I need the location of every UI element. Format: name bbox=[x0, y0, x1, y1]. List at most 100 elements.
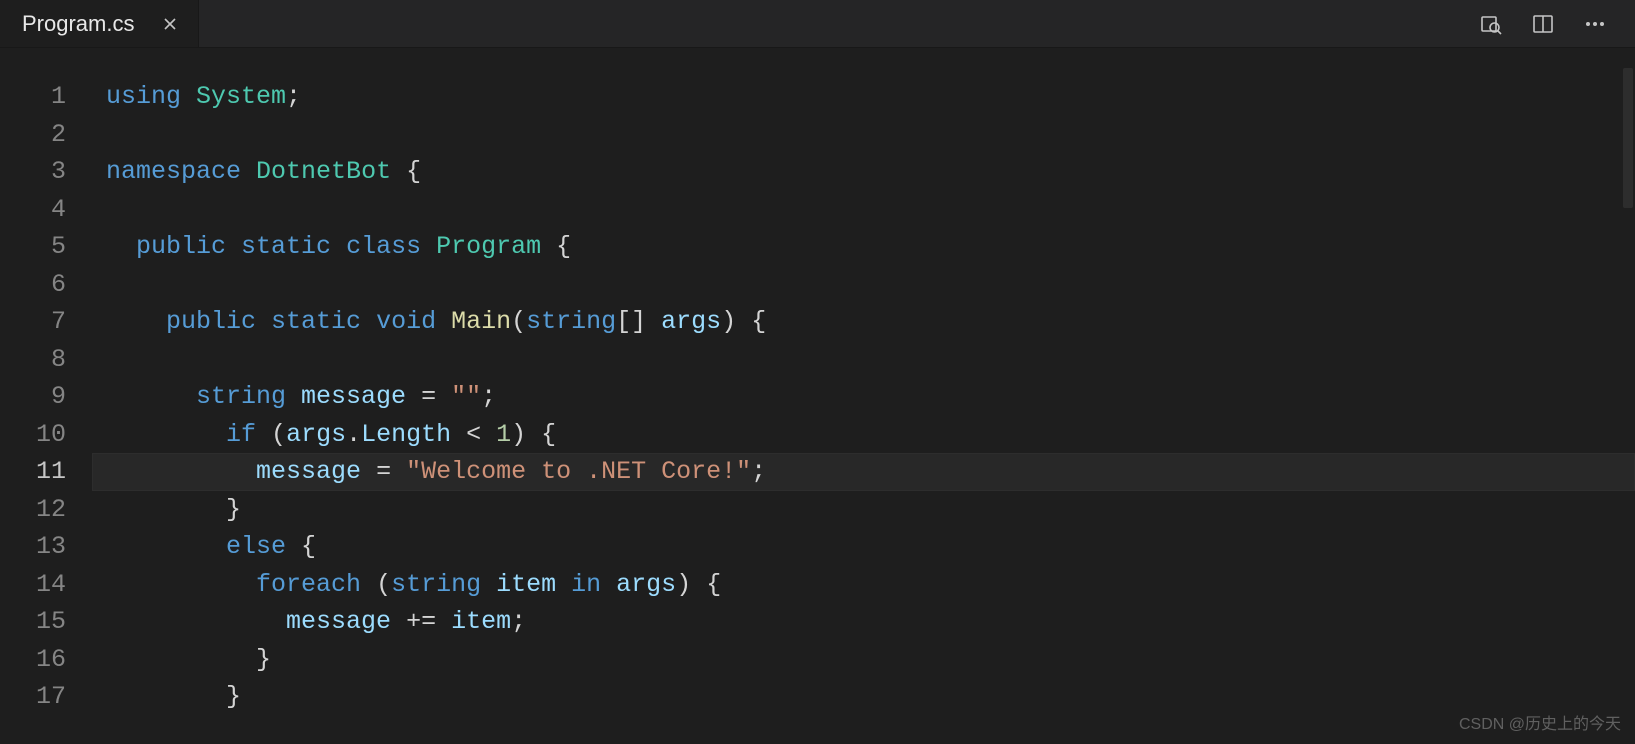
editor-body[interactable]: 1234567891011121314151617 using System;n… bbox=[0, 70, 1635, 744]
code-line[interactable]: if (args.Length < 1) { bbox=[92, 416, 1635, 454]
line-number: 9 bbox=[0, 378, 66, 416]
code-line[interactable]: } bbox=[92, 641, 1635, 679]
token-kw: static bbox=[241, 232, 331, 261]
token-type: Program bbox=[436, 232, 541, 261]
token-kw: else bbox=[226, 532, 286, 561]
token-str: "" bbox=[451, 382, 481, 411]
token-punc: { bbox=[541, 232, 571, 261]
line-number: 5 bbox=[0, 228, 66, 266]
token-kw: public bbox=[136, 232, 226, 261]
token-str: "Welcome to .NET Core!" bbox=[406, 457, 751, 486]
code-line[interactable] bbox=[92, 341, 1635, 379]
token-typekw: string bbox=[196, 382, 286, 411]
code-line[interactable] bbox=[92, 191, 1635, 229]
code-line[interactable]: string message = ""; bbox=[92, 378, 1635, 416]
line-number: 6 bbox=[0, 266, 66, 304]
token-kw: class bbox=[346, 232, 421, 261]
code-line[interactable]: public static class Program { bbox=[92, 228, 1635, 266]
line-number: 15 bbox=[0, 603, 66, 641]
token-kw: in bbox=[571, 570, 601, 599]
vertical-scrollbar[interactable] bbox=[1621, 48, 1635, 744]
code-line[interactable]: namespace DotnetBot { bbox=[92, 153, 1635, 191]
token-punc bbox=[106, 307, 166, 336]
line-number: 8 bbox=[0, 341, 66, 379]
token-punc: } bbox=[106, 495, 241, 524]
code-line[interactable] bbox=[92, 266, 1635, 304]
token-punc: ) { bbox=[676, 570, 721, 599]
token-var: Length bbox=[361, 420, 451, 449]
split-editor-icon[interactable] bbox=[1531, 12, 1555, 36]
token-punc: ; bbox=[286, 82, 301, 111]
line-number: 10 bbox=[0, 416, 66, 454]
token-punc: ) { bbox=[511, 420, 556, 449]
editor-actions bbox=[1479, 12, 1635, 36]
code-line[interactable]: public static void Main(string[] args) { bbox=[92, 303, 1635, 341]
code-line[interactable]: foreach (string item in args) { bbox=[92, 566, 1635, 604]
line-number: 14 bbox=[0, 566, 66, 604]
code-line[interactable]: else { bbox=[92, 528, 1635, 566]
code-line[interactable]: } bbox=[92, 678, 1635, 716]
token-punc: [] bbox=[616, 307, 661, 336]
line-number: 11 bbox=[0, 453, 66, 491]
code-line[interactable]: message = "Welcome to .NET Core!"; bbox=[92, 453, 1635, 491]
line-number: 16 bbox=[0, 641, 66, 679]
token-punc bbox=[331, 232, 346, 261]
token-kw: namespace bbox=[106, 157, 241, 186]
token-punc: ; bbox=[511, 607, 526, 636]
token-punc bbox=[106, 532, 226, 561]
token-punc bbox=[256, 307, 271, 336]
token-punc bbox=[361, 307, 376, 336]
code-line[interactable]: using System; bbox=[92, 78, 1635, 116]
code-area[interactable]: using System; namespace DotnetBot { publi… bbox=[92, 78, 1635, 744]
token-punc bbox=[106, 570, 256, 599]
token-kw: static bbox=[271, 307, 361, 336]
code-line[interactable] bbox=[92, 116, 1635, 154]
token-type: DotnetBot bbox=[256, 157, 391, 186]
token-punc: < bbox=[451, 420, 496, 449]
code-line[interactable]: } bbox=[92, 491, 1635, 529]
editor-root: Program.cs bbox=[0, 0, 1635, 744]
token-punc bbox=[106, 382, 196, 411]
breadcrumb-bar bbox=[0, 48, 1635, 70]
tab-program-cs[interactable]: Program.cs bbox=[0, 0, 199, 47]
token-punc bbox=[106, 232, 136, 261]
token-var: message bbox=[256, 457, 361, 486]
token-punc: ; bbox=[751, 457, 766, 486]
token-punc: ( bbox=[511, 307, 526, 336]
token-kw: if bbox=[226, 420, 256, 449]
token-punc bbox=[106, 607, 286, 636]
token-var: item bbox=[451, 607, 511, 636]
line-number: 12 bbox=[0, 491, 66, 529]
token-var: message bbox=[286, 607, 391, 636]
scrollbar-thumb[interactable] bbox=[1623, 68, 1633, 208]
code-line[interactable]: message += item; bbox=[92, 603, 1635, 641]
line-number: 7 bbox=[0, 303, 66, 341]
token-punc bbox=[181, 82, 196, 111]
token-var: args bbox=[616, 570, 676, 599]
token-punc: = bbox=[361, 457, 406, 486]
close-icon[interactable] bbox=[160, 14, 180, 34]
token-num: 1 bbox=[496, 420, 511, 449]
token-kw: public bbox=[166, 307, 256, 336]
line-number: 13 bbox=[0, 528, 66, 566]
token-punc bbox=[556, 570, 571, 599]
token-punc bbox=[226, 232, 241, 261]
token-punc: } bbox=[106, 645, 271, 674]
token-var: args bbox=[286, 420, 346, 449]
token-kw: foreach bbox=[256, 570, 361, 599]
line-number: 17 bbox=[0, 678, 66, 716]
token-fn: Main bbox=[451, 307, 511, 336]
token-punc: ( bbox=[361, 570, 391, 599]
token-punc: ; bbox=[481, 382, 496, 411]
token-type: System bbox=[196, 82, 286, 111]
token-punc bbox=[601, 570, 616, 599]
token-var: message bbox=[301, 382, 406, 411]
token-var: args bbox=[661, 307, 721, 336]
line-number: 4 bbox=[0, 191, 66, 229]
more-icon[interactable] bbox=[1583, 12, 1607, 36]
token-punc bbox=[106, 457, 256, 486]
find-icon[interactable] bbox=[1479, 12, 1503, 36]
token-punc: } bbox=[106, 682, 241, 711]
token-punc bbox=[481, 570, 496, 599]
token-kw: void bbox=[376, 307, 436, 336]
